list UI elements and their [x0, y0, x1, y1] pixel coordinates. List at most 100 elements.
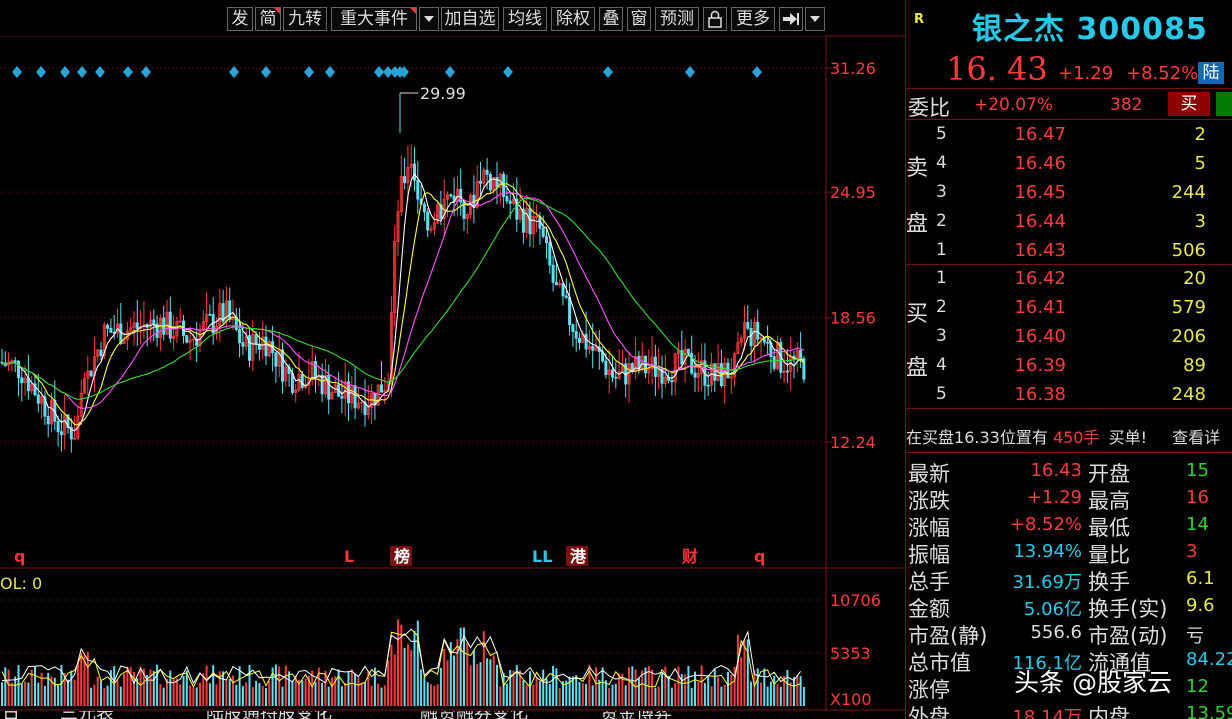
- volume-bar: [245, 682, 248, 706]
- toolbar-button-7[interactable]: 除权: [551, 7, 595, 31]
- volume-bar: [238, 666, 241, 706]
- volume-bar: [614, 683, 617, 706]
- dropdown-arrow-icon[interactable]: [805, 7, 825, 31]
- volume-bar: [4, 667, 7, 706]
- candle-body: [756, 321, 760, 340]
- stat-value: 556.6: [1030, 622, 1082, 643]
- candle-body: [749, 327, 753, 347]
- volume-bar: [192, 687, 195, 706]
- arrow-right-icon[interactable]: [779, 7, 803, 31]
- axis-labels: 31.26 24.95 18.56 12.24 10706 5353 X100 OL: 0 29…: [0, 59, 881, 709]
- volume-bar: [694, 671, 696, 706]
- volume-bar: [489, 659, 492, 706]
- volume-bar: [713, 668, 716, 706]
- candle-body: [686, 348, 690, 354]
- candle-body: [604, 360, 608, 376]
- bottom-tab-4[interactable]: 资金博弈: [600, 711, 672, 719]
- volume-bar: [634, 669, 637, 706]
- volume-bar: [750, 681, 753, 706]
- volume-bar: [364, 682, 366, 706]
- notice-link[interactable]: 查看详: [1172, 428, 1220, 447]
- price-axis-label: 31.26: [830, 59, 876, 78]
- toolbar-button-1[interactable]: 简: [255, 7, 281, 31]
- volume-bar: [654, 687, 657, 706]
- volume-bar: [690, 687, 693, 706]
- trading-app-window: { "toolbar": { "buttons": [ {"label": "发…: [0, 0, 1232, 719]
- volume-axis-label: 5353: [830, 644, 871, 663]
- volume-bar: [182, 676, 185, 706]
- ask-volume: 506: [1171, 240, 1206, 261]
- toolbar-button-12[interactable]: 更多: [731, 7, 775, 31]
- bottom-tab-2[interactable]: 陆股通持股变化: [206, 711, 332, 719]
- stat-value: 84.22: [1186, 649, 1232, 670]
- toolbar-button-10[interactable]: 预测: [655, 7, 699, 31]
- volume-bar: [703, 682, 706, 706]
- volume-bar: [453, 655, 456, 706]
- event-marker: q: [754, 547, 765, 566]
- volume-bar: [723, 684, 726, 706]
- volume-bar: [796, 674, 799, 706]
- volume-bar: [235, 684, 238, 706]
- ma-line-5: [1, 173, 805, 432]
- bottom-tab-0[interactable]: 日: [2, 711, 20, 719]
- dropdown-arrow-icon[interactable]: [419, 7, 439, 31]
- price-axis-label: 24.95: [830, 183, 876, 202]
- buy-button[interactable]: 买: [1168, 92, 1210, 116]
- volume-bar: [591, 685, 594, 706]
- volume-bar: [228, 678, 231, 706]
- volume-bar: [129, 666, 132, 706]
- candle-body: [772, 356, 776, 369]
- volume-bar: [779, 686, 782, 706]
- volume-bar: [529, 671, 531, 706]
- volume-bar: [479, 662, 482, 706]
- volume-bar: [430, 684, 432, 706]
- volume-bar: [76, 662, 79, 706]
- toolbar-button-2[interactable]: 九转: [283, 7, 327, 31]
- candle-body: [56, 420, 60, 433]
- volume-bar: [661, 673, 663, 706]
- ask-price: 16.44: [1014, 211, 1066, 232]
- toolbar-button-6[interactable]: 均线: [503, 7, 547, 31]
- volume-bar: [439, 667, 442, 706]
- candle-body: [571, 324, 575, 332]
- volume-bar: [321, 682, 324, 706]
- toolbar-button-5[interactable]: 加自选: [441, 7, 499, 31]
- volume-bar: [456, 639, 459, 706]
- ask-price: 16.43: [1014, 240, 1066, 261]
- volume-bar: [261, 685, 264, 706]
- volume-bar: [505, 683, 508, 706]
- volume-bar: [492, 655, 495, 706]
- toolbar-button-8[interactable]: 叠: [599, 7, 623, 31]
- candle-body: [746, 322, 750, 329]
- sell-button[interactable]: [1216, 92, 1232, 116]
- candle-body: [340, 395, 344, 399]
- candle-body: [228, 300, 232, 320]
- candle-body: [693, 372, 697, 378]
- stat-value: 亏: [1186, 626, 1204, 647]
- volume-bar: [278, 666, 281, 706]
- toolbar-button-0[interactable]: 发: [227, 7, 253, 31]
- bottom-tab-3[interactable]: 融资融券变化: [420, 711, 528, 719]
- candle-body: [320, 374, 324, 395]
- big-order-notice[interactable]: 在买盘16.33位置有 450手 买单! 查看详: [906, 424, 1232, 448]
- volume-bar: [80, 652, 83, 706]
- stat-value: 3: [1186, 541, 1198, 562]
- volume-bars: [1, 619, 805, 706]
- toolbar-button-label: 预测: [660, 9, 694, 29]
- volume-bar: [717, 677, 720, 706]
- chart-toolbar: 发简九转 重大事件 加自选 均线 除权叠窗预测 更多: [0, 0, 826, 36]
- volume-bar: [512, 670, 515, 706]
- volume-bar: [525, 684, 528, 706]
- kline-chart[interactable]: 31.26 24.95 18.56 12.24 10706 5353 X100 OL: 0 29…: [0, 0, 906, 719]
- bottom-tab-strip: 日 三元表 陆股通持股变化 融资融券变化 资金博弈: [0, 711, 906, 719]
- volume-bar: [393, 654, 396, 706]
- stat-value: 13.94%: [1013, 541, 1082, 562]
- toolbar-button-3[interactable]: 重大事件: [331, 7, 417, 31]
- toolbar-button-9[interactable]: 窗: [627, 7, 651, 31]
- bottom-tab-1[interactable]: 三元表: [60, 711, 114, 719]
- volume-bar: [552, 665, 555, 706]
- candle-body: [591, 346, 595, 351]
- lock-icon[interactable]: [703, 7, 727, 31]
- candle-body: [508, 200, 512, 204]
- volume-bar: [555, 668, 558, 706]
